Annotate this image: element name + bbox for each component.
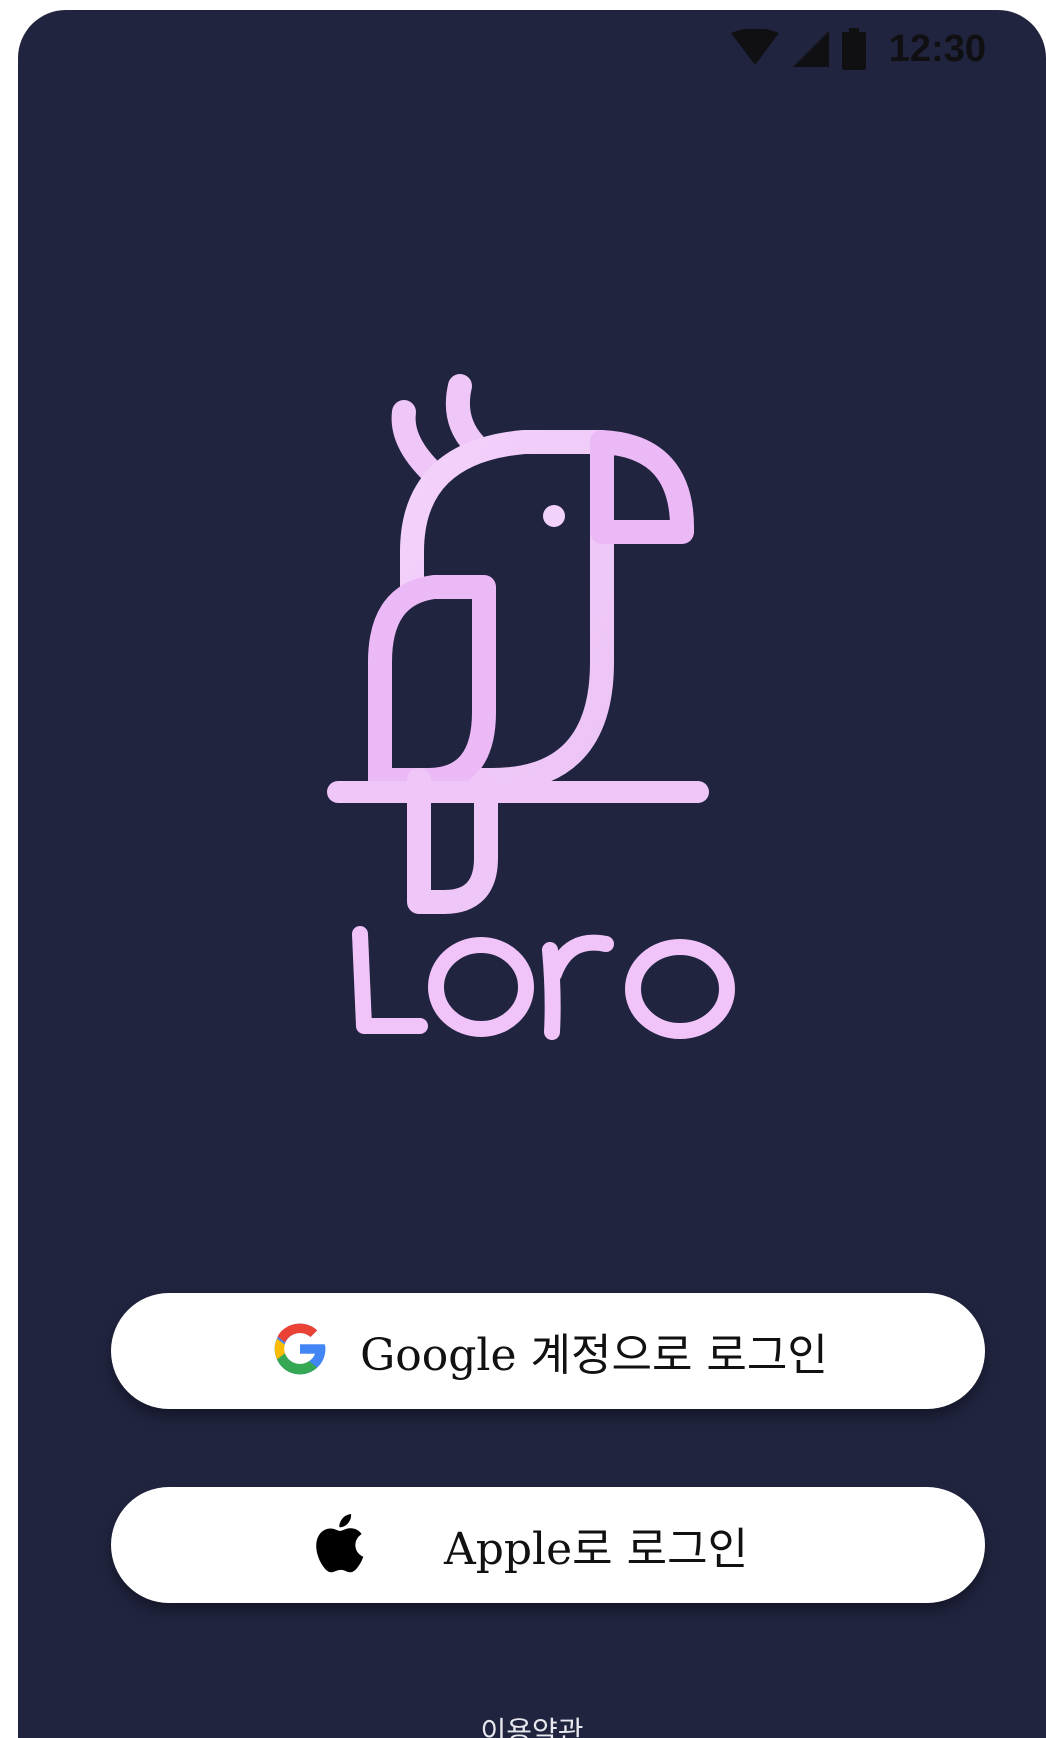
parrot-logo bbox=[324, 362, 784, 1042]
status-time: 12:30 bbox=[888, 27, 986, 70]
apple-icon bbox=[308, 1509, 366, 1582]
terms-link[interactable]: 이용약관 bbox=[18, 1710, 1046, 1738]
google-login-label: Google 계정으로 로그인 bbox=[360, 1330, 828, 1381]
apple-login-button[interactable]: Apple로 로그인 bbox=[111, 1487, 985, 1603]
battery-icon bbox=[841, 28, 867, 70]
status-bar: 12:30 bbox=[729, 24, 986, 74]
app-screen: 12:30 Google 계정으로 로그인 Apple로 로그인 이용약관 bbox=[18, 10, 1046, 1738]
google-login-button[interactable]: Google 계정으로 로그인 bbox=[111, 1293, 985, 1409]
apple-login-label: Apple로 로그인 bbox=[443, 1524, 749, 1575]
signal-icon bbox=[791, 29, 831, 69]
google-g-icon bbox=[268, 1317, 332, 1386]
wifi-icon bbox=[729, 29, 781, 69]
